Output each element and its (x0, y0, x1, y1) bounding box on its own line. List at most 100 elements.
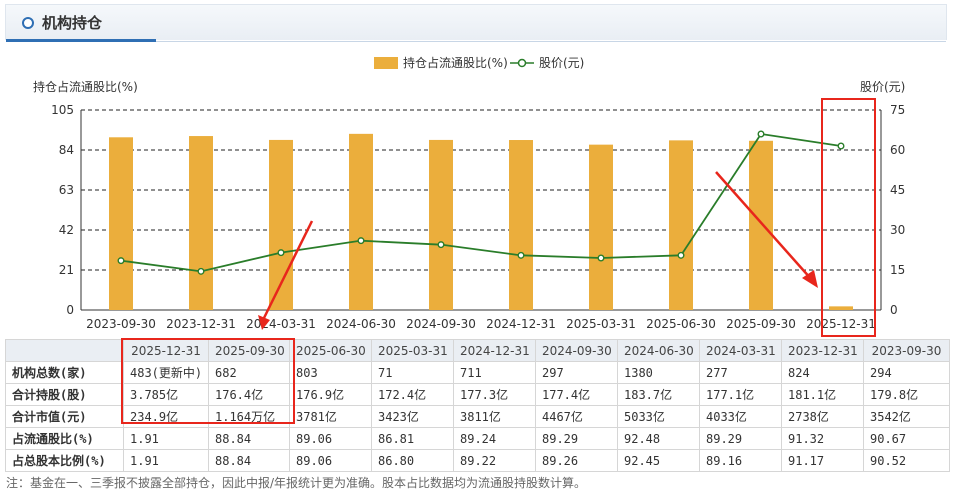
table-cell: 86.80 (371, 449, 454, 472)
bar[interactable] (349, 133, 373, 310)
y-tick-label-right: 30 (890, 223, 905, 237)
x-tick-label: 2025-06-30 (646, 317, 716, 331)
price-point[interactable] (517, 251, 525, 259)
table-cell: 3423亿 (371, 405, 454, 428)
column-header: 2023-09-30 (863, 339, 950, 362)
table-cell: 176.9亿 (289, 383, 372, 406)
table-cell: 1.91 (123, 427, 209, 450)
table-cell: 1380 (617, 361, 700, 384)
row-label: 机构总数(家) (5, 361, 124, 384)
table-cell: 294 (863, 361, 950, 384)
table-cell: 89.06 (289, 449, 372, 472)
y-tick-label-left: 0 (66, 303, 74, 317)
table-cell: 2738亿 (781, 405, 864, 428)
row-label: 占流通股比(%) (5, 427, 124, 450)
table-cell: 179.8亿 (863, 383, 950, 406)
table-cell: 88.84 (208, 449, 290, 472)
x-tick-label: 2023-12-31 (166, 317, 236, 331)
table-cell: 92.45 (617, 449, 700, 472)
table-cell: 3542亿 (863, 405, 950, 428)
row-label: 合计持股(股) (5, 383, 124, 406)
y-tick-label-right: 75 (890, 103, 905, 117)
column-header: 2024-09-30 (535, 339, 618, 362)
column-header: 2024-12-31 (453, 339, 536, 362)
x-tick-label: 2024-06-30 (326, 317, 396, 331)
chart-legend[interactable]: 持仓占流通股比(%) 股价(元) (374, 55, 584, 70)
table-corner-cell (5, 339, 124, 362)
price-point[interactable] (597, 254, 605, 262)
table-cell: 172.4亿 (371, 383, 454, 406)
table-cell: 88.84 (208, 427, 290, 450)
y-tick-label-right: 60 (890, 143, 905, 157)
y-tick-label-left: 84 (59, 143, 74, 157)
price-point[interactable] (357, 237, 365, 245)
column-header: 2023-12-31 (781, 339, 864, 362)
table-cell: 86.81 (371, 427, 454, 450)
bar[interactable] (589, 144, 613, 310)
table-cell: 177.4亿 (535, 383, 618, 406)
x-tick-label: 2023-09-30 (86, 317, 156, 331)
table-cell: 3781亿 (289, 405, 372, 428)
table-cell: 71 (371, 361, 454, 384)
price-point[interactable] (437, 241, 445, 249)
y-tick-label-right: 15 (890, 263, 905, 277)
price-point[interactable] (117, 257, 125, 265)
table-cell: 89.26 (535, 449, 618, 472)
x-tick-label: 2024-09-30 (406, 317, 476, 331)
table-cell: 91.32 (781, 427, 864, 450)
price-point[interactable] (757, 130, 765, 138)
x-tick-label: 2024-03-31 (246, 317, 316, 331)
price-line (120, 133, 842, 273)
table-cell: 177.3亿 (453, 383, 536, 406)
table-cell: 4033亿 (699, 405, 782, 428)
price-point[interactable] (277, 249, 285, 257)
x-tick-label: 2024-12-31 (486, 317, 556, 331)
legend-line-label: 股价(元) (539, 56, 584, 70)
table-cell: 89.06 (289, 427, 372, 450)
table-cell: 177.1亿 (699, 383, 782, 406)
table-cell: 92.48 (617, 427, 700, 450)
table-row: 占总股本比例(%) 1.91 88.84 89.06 86.80 89.22 89.26 92… (5, 449, 950, 472)
table-cell: 5033亿 (617, 405, 700, 428)
table-cell: 181.1亿 (781, 383, 864, 406)
column-header: 2024-03-31 (699, 339, 782, 362)
table-cell: 711 (453, 361, 536, 384)
bar[interactable] (269, 139, 293, 310)
row-label: 合计市值(元) (5, 405, 124, 428)
y-axis-right-label: 股价(元) (860, 80, 905, 94)
row-label: 占总股本比例(%) (5, 449, 124, 472)
table-cell: 89.29 (699, 427, 782, 450)
highlight-box-table (121, 338, 295, 424)
x-tick-label: 2025-09-30 (726, 317, 796, 331)
column-header: 2024-06-30 (617, 339, 700, 362)
price-point[interactable] (677, 251, 685, 259)
column-header: 2025-06-30 (289, 339, 372, 362)
table-cell: 89.16 (699, 449, 782, 472)
table-cell: 1.91 (123, 449, 209, 472)
column-header: 2025-03-31 (371, 339, 454, 362)
table-row: 占流通股比(%) 1.91 88.84 89.06 86.81 89.24 89.29 92.… (5, 427, 950, 450)
bar[interactable] (669, 140, 693, 310)
table-cell: 91.17 (781, 449, 864, 472)
table-cell: 90.52 (863, 449, 950, 472)
bar[interactable] (749, 140, 773, 310)
table-cell: 297 (535, 361, 618, 384)
table-cell: 89.22 (453, 449, 536, 472)
legend-line-marker-icon (517, 58, 527, 68)
price-point[interactable] (197, 267, 205, 275)
bar[interactable] (109, 137, 133, 310)
bar[interactable] (509, 140, 533, 310)
y-tick-label-left: 21 (59, 263, 74, 277)
table-cell: 4467亿 (535, 405, 618, 428)
bar[interactable] (429, 139, 453, 310)
table-cell: 90.67 (863, 427, 950, 450)
table-cell: 824 (781, 361, 864, 384)
bar[interactable] (189, 136, 213, 310)
y-tick-label-right: 45 (890, 183, 905, 197)
table-cell: 277 (699, 361, 782, 384)
legend-bar-label: 持仓占流通股比(%) (403, 55, 508, 70)
legend-bar-swatch (374, 57, 398, 69)
y-tick-label-left: 63 (59, 183, 74, 197)
table-cell: 89.24 (453, 427, 536, 450)
table-cell: 803 (289, 361, 372, 384)
